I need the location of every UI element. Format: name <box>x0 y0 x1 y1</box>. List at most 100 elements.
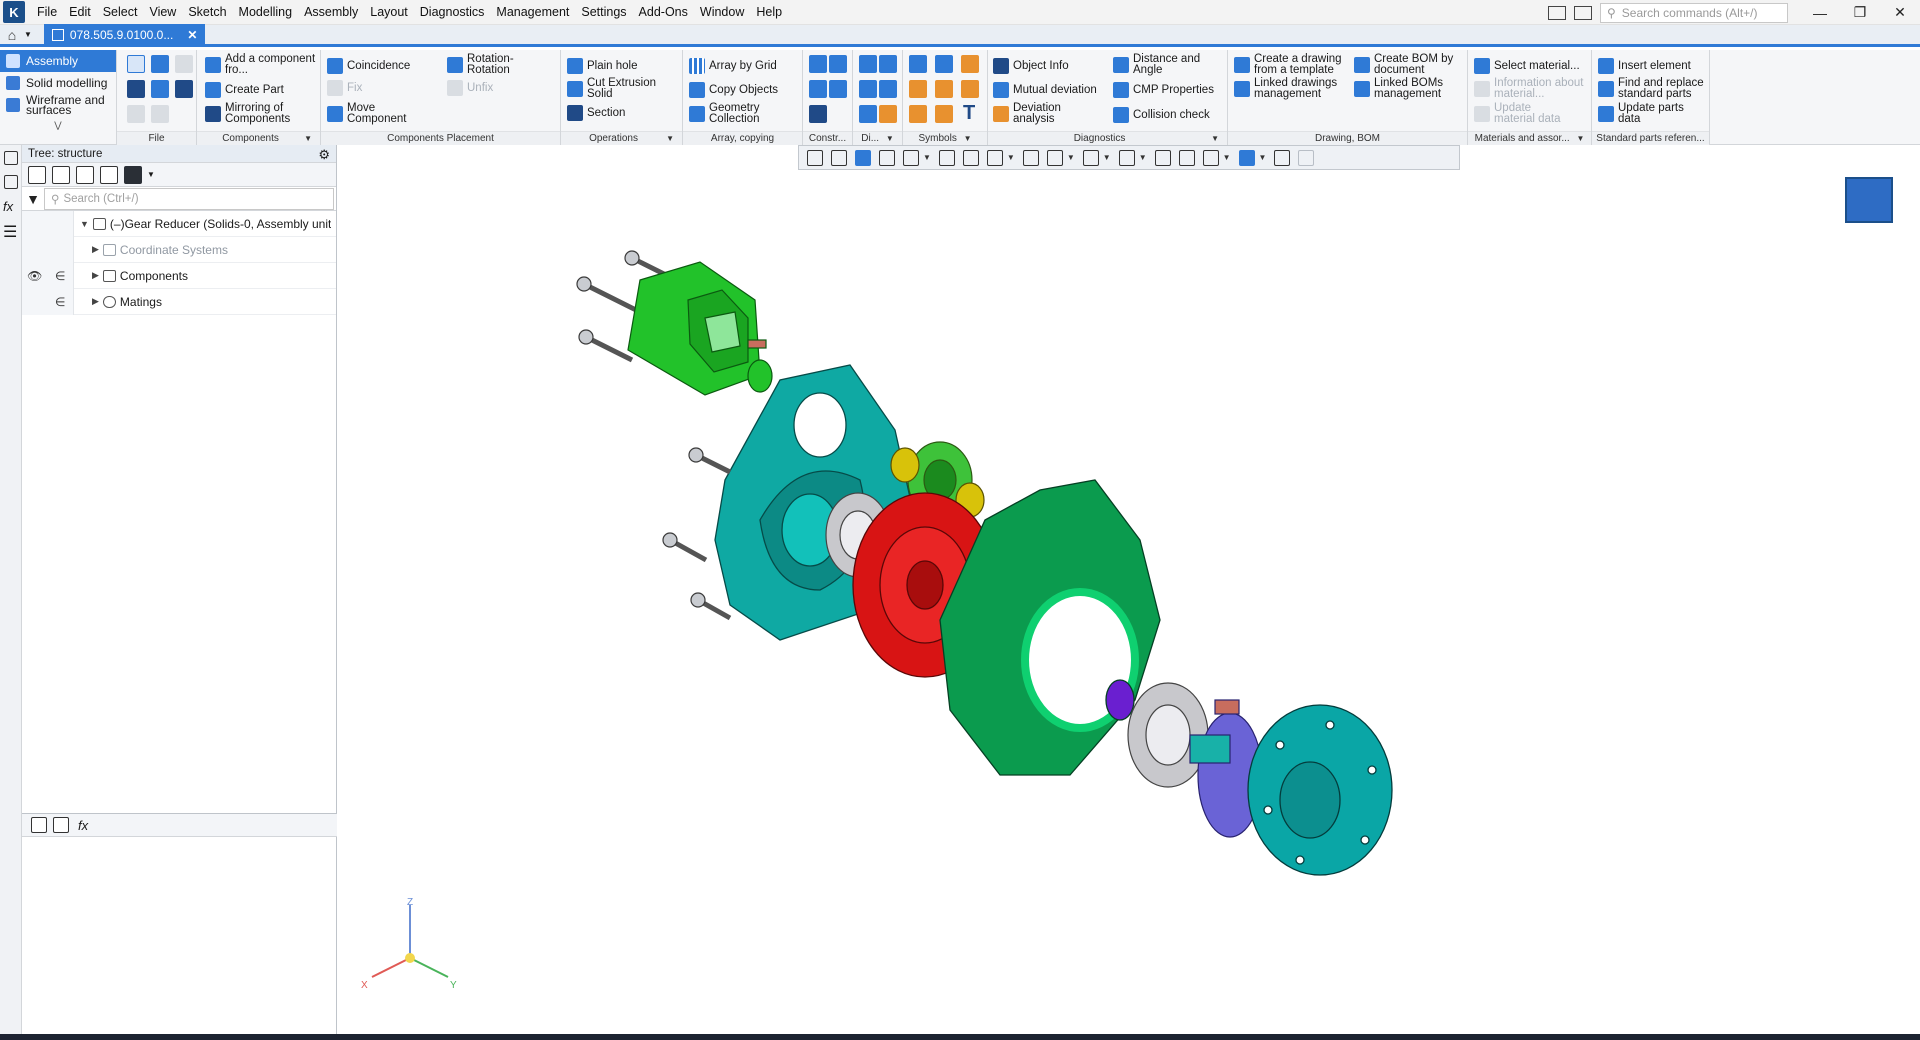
menu-select[interactable]: Select <box>97 0 144 25</box>
linked-drawings-button[interactable]: Linked drawings management <box>1234 77 1352 100</box>
menu-window[interactable]: Window <box>694 0 750 25</box>
find-replace-button[interactable]: Find and replace standard parts <box>1598 77 1708 100</box>
collapse-caret-icon[interactable]: ▼ <box>80 219 89 229</box>
screen-capture-icon[interactable] <box>1574 5 1592 20</box>
dim-base-icon[interactable] <box>879 105 897 123</box>
measure-icon[interactable] <box>1274 149 1291 166</box>
mirroring-button[interactable]: Mirroring of Components <box>205 102 315 125</box>
view-mode-icon[interactable] <box>855 149 871 166</box>
perspective-icon[interactable] <box>1178 149 1195 166</box>
cut-extrusion-button[interactable]: Cut Extrusion Solid <box>567 77 667 100</box>
dim-angular-icon[interactable] <box>859 80 877 98</box>
menu-management[interactable]: Management <box>490 0 575 25</box>
tree-filter-dropdown-icon[interactable]: ▼ <box>147 170 155 179</box>
filter-dropdown-icon[interactable]: ▼ <box>1259 153 1267 162</box>
save-all-icon[interactable] <box>175 80 193 98</box>
orientation-dropdown-icon[interactable]: ▼ <box>1007 153 1015 162</box>
rotation-button[interactable]: Rotation-Rotation <box>447 53 547 76</box>
display-dropdown-icon[interactable]: ▼ <box>1067 153 1075 162</box>
move-component-button[interactable]: Move Component <box>327 102 427 125</box>
expand-caret-icon[interactable]: ▶ <box>92 296 99 307</box>
create-drawing-button[interactable]: Create a drawing from a template <box>1234 53 1352 76</box>
tree-view-icon[interactable] <box>28 165 46 184</box>
tree-panel-icon[interactable] <box>4 151 18 165</box>
sym-leader-icon[interactable] <box>909 80 927 98</box>
mutual-deviation-button[interactable]: Mutual deviation <box>993 82 1097 98</box>
grid-toggle-icon[interactable] <box>807 149 823 166</box>
section-dropdown-icon[interactable]: ▼ <box>1139 153 1147 162</box>
gear-icon[interactable]: ⚙ <box>318 147 330 163</box>
tree-row-matings[interactable]: ∈ ▶ Matings <box>22 288 336 315</box>
menu-settings[interactable]: Settings <box>575 0 632 25</box>
create-part-button[interactable]: Create Part <box>205 82 284 98</box>
section-view-icon[interactable] <box>1118 149 1135 166</box>
panel-layout-icon[interactable] <box>1548 5 1566 20</box>
open-file-icon[interactable] <box>151 55 169 73</box>
snapshot-icon[interactable] <box>1202 149 1219 166</box>
properties-panel-icon[interactable] <box>4 175 18 189</box>
variables-tab-icon[interactable]: fx <box>78 818 88 833</box>
menu-view[interactable]: View <box>143 0 182 25</box>
plain-hole-button[interactable]: Plain hole <box>567 58 638 74</box>
create-bom-button[interactable]: Create BOM by document <box>1354 53 1466 76</box>
sym-base-icon[interactable] <box>935 55 953 73</box>
tree-row-root[interactable]: ▼ (–)Gear Reducer (Solids-0, Assembly un… <box>22 210 336 237</box>
geometry-collection-button[interactable]: Geometry Collection <box>689 102 789 125</box>
snapshot-dropdown-icon[interactable]: ▼ <box>1223 153 1231 162</box>
zoom-dropdown-icon[interactable]: ▼ <box>923 153 931 162</box>
orientation-icon[interactable] <box>986 149 1003 166</box>
save-as-icon[interactable] <box>151 80 169 98</box>
tab-dropdown-icon[interactable]: ▼ <box>24 30 32 39</box>
explode-icon[interactable] <box>1154 149 1171 166</box>
section-button[interactable]: Section <box>567 105 625 121</box>
zoom-icon[interactable] <box>903 149 919 166</box>
sym-tolerance-icon[interactable] <box>935 80 953 98</box>
expand-caret-icon[interactable]: ▶ <box>92 270 99 281</box>
shaded-icon[interactable] <box>1022 149 1039 166</box>
model-canvas[interactable] <box>337 145 1920 1035</box>
pan-icon[interactable] <box>962 149 979 166</box>
print-icon[interactable] <box>127 80 145 98</box>
home-icon[interactable]: ⌂ <box>0 24 24 46</box>
mode-wireframe[interactable]: Wireframe and surfaces <box>0 94 116 116</box>
cmp-properties-button[interactable]: CMP Properties <box>1113 82 1214 98</box>
group-di-dropdown-icon[interactable]: ▼ <box>886 134 894 143</box>
sym-weld-icon[interactable] <box>961 55 979 73</box>
object-info-button[interactable]: Object Info <box>993 58 1069 74</box>
variables-icon[interactable]: fx <box>3 199 18 214</box>
command-search-input[interactable]: ⚲ Search commands (Alt+/) <box>1600 2 1788 23</box>
eye-icon[interactable]: 👁 <box>22 263 48 289</box>
update-parts-button[interactable]: Update parts data <box>1598 102 1698 125</box>
array-grid-button[interactable]: Array by Grid <box>689 58 777 74</box>
select-material-button[interactable]: Select material... <box>1474 58 1580 74</box>
distance-angle-button[interactable]: Distance and Angle <box>1113 53 1213 76</box>
view-layer-icon[interactable] <box>879 149 895 166</box>
constr-point-icon[interactable] <box>809 80 827 98</box>
collision-check-button[interactable]: Collision check <box>1113 107 1210 123</box>
group-components-dropdown-icon[interactable]: ▼ <box>304 132 312 146</box>
sym-marking-icon[interactable] <box>909 105 927 123</box>
cs-toggle-icon[interactable] <box>831 149 847 166</box>
menu-add-ons[interactable]: Add-Ons <box>633 0 694 25</box>
mode-solid-modelling[interactable]: Solid modelling <box>0 72 116 94</box>
hide-dropdown-icon[interactable]: ▼ <box>1103 153 1111 162</box>
sym-text-icon[interactable]: T <box>963 102 975 125</box>
tree-filter-list-icon[interactable] <box>124 165 142 184</box>
new-file-icon[interactable] <box>127 55 145 73</box>
app-logo-icon[interactable]: K <box>3 1 25 23</box>
membership-icon[interactable]: ∈ <box>48 289 74 315</box>
filter-icon[interactable]: ▼ <box>22 191 44 207</box>
deviation-analysis-button[interactable]: Deviation analysis <box>993 102 1083 125</box>
sym-arrow-icon[interactable] <box>935 105 953 123</box>
coincidence-button[interactable]: Coincidence <box>327 58 410 74</box>
menu-diagnostics[interactable]: Diagnostics <box>414 0 491 25</box>
menu-help[interactable]: Help <box>750 0 788 25</box>
membership-icon[interactable]: ∈ <box>48 263 74 289</box>
sym-position-icon[interactable] <box>961 80 979 98</box>
tree-tab-icon[interactable] <box>31 817 47 833</box>
hide-icon[interactable] <box>1082 149 1099 166</box>
constr-cs-icon[interactable] <box>829 80 847 98</box>
filter-toolbar-icon[interactable] <box>1238 149 1255 166</box>
tree-row-components[interactable]: 👁 ∈ ▶ Components <box>22 262 336 289</box>
menu-assembly[interactable]: Assembly <box>298 0 364 25</box>
